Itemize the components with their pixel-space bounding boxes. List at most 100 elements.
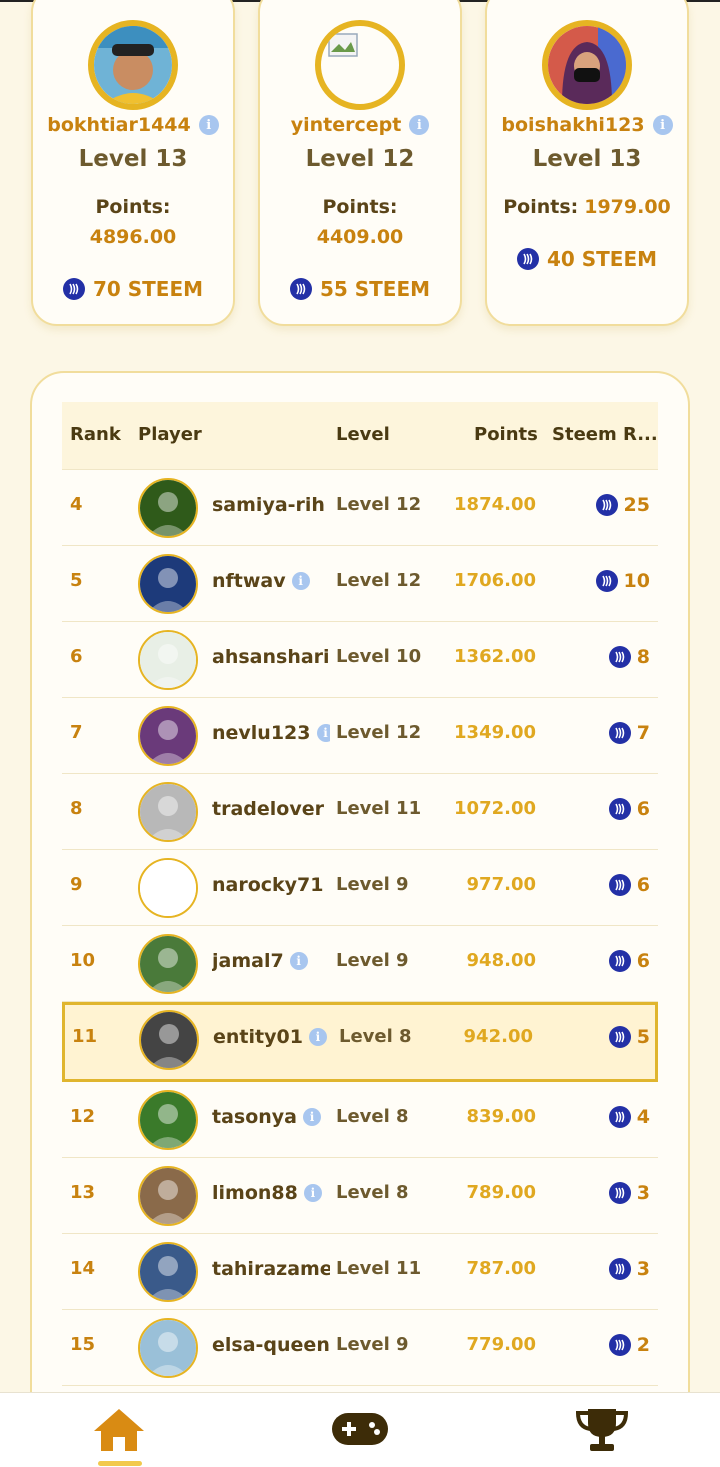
reward-cell: 5 xyxy=(608,1022,650,1052)
podium-reward: 70 STEEM xyxy=(33,274,233,304)
bottom-nav xyxy=(0,1392,720,1467)
level-cell: Level 9 xyxy=(336,1334,409,1355)
player-name[interactable]: elsa-queen xyxy=(212,1330,330,1360)
steem-icon xyxy=(595,494,618,516)
level-cell: Level 10 xyxy=(336,646,422,667)
avatar xyxy=(315,20,405,110)
info-icon[interactable]: i xyxy=(303,1108,321,1126)
rank-cell: 9 xyxy=(70,874,83,895)
podium-card-1[interactable]: bokhtiar1444 i Level 13 Points: 4896.00 … xyxy=(31,0,235,326)
trophy-icon xyxy=(575,1409,629,1451)
user-photo-icon xyxy=(548,26,626,104)
reward-cell: 6 xyxy=(608,946,650,976)
level-cell: Level 11 xyxy=(336,798,422,819)
reward-cell: 10 xyxy=(595,566,650,596)
player-name[interactable]: limon88 i xyxy=(212,1178,330,1208)
reward-cell: 3 xyxy=(608,1178,650,1208)
steem-icon xyxy=(62,278,85,300)
level-cell: Level 9 xyxy=(336,874,409,895)
table-row[interactable]: 6 ahsanshari Level 10 1362.00 8 xyxy=(62,622,658,698)
avatar xyxy=(139,1010,199,1070)
player-name[interactable]: tahirazame xyxy=(212,1254,330,1284)
info-icon[interactable]: i xyxy=(316,724,330,742)
steem-icon xyxy=(595,570,618,592)
info-icon[interactable]: i xyxy=(291,572,310,590)
player-name[interactable]: samiya-rih xyxy=(212,490,330,520)
level-cell: Level 8 xyxy=(336,1182,409,1203)
podium-level: Level 13 xyxy=(78,146,188,172)
info-icon[interactable]: i xyxy=(652,115,673,135)
gamepad-icon xyxy=(332,1413,388,1445)
table-row[interactable]: 10 jamal7 i Level 9 948.00 6 xyxy=(62,926,658,1002)
avatar xyxy=(138,1242,198,1302)
avatar xyxy=(138,1318,198,1378)
nav-leaderboard[interactable] xyxy=(574,1405,630,1459)
table-row[interactable]: 13 limon88 i Level 8 789.00 3 xyxy=(62,1158,658,1234)
table-row[interactable]: 8 tradelover Level 11 1072.00 6 xyxy=(62,774,658,850)
level-cell: Level 12 xyxy=(336,722,422,743)
rank-cell: 13 xyxy=(70,1182,96,1203)
header-player[interactable]: Player xyxy=(138,424,202,445)
info-icon[interactable]: i xyxy=(409,115,430,135)
info-icon[interactable]: i xyxy=(308,1028,327,1046)
table-row[interactable]: 9 narocky71i Level 9 977.00 6 xyxy=(62,850,658,926)
player-name[interactable]: nftwav i xyxy=(212,566,330,596)
steem-icon xyxy=(608,874,631,896)
info-icon[interactable]: i xyxy=(303,1184,322,1202)
player-name[interactable]: tasonya i xyxy=(212,1102,330,1132)
nav-home[interactable] xyxy=(92,1407,146,1457)
header-level[interactable]: Level xyxy=(336,424,390,445)
steem-icon xyxy=(608,722,631,744)
table-header: Rank Player Level Points Steem R... xyxy=(62,402,658,470)
table-row[interactable]: 14 tahirazame Level 11 787.00 3 xyxy=(62,1234,658,1310)
table-row[interactable]: 15 elsa-queen Level 9 779.00 2 xyxy=(62,1310,658,1386)
podium-card-3[interactable]: boishakhi123 i Level 13 Points: 1979.00 … xyxy=(485,0,689,326)
rank-cell: 15 xyxy=(70,1334,96,1355)
rank-cell: 14 xyxy=(70,1258,96,1279)
avatar xyxy=(138,782,198,842)
podium-points: Points: 4896.00 xyxy=(89,196,177,248)
avatar xyxy=(138,630,198,690)
steem-icon xyxy=(608,1334,631,1356)
steem-icon xyxy=(608,798,631,820)
table-row[interactable]: 12 tasonya i Level 8 839.00 4 xyxy=(62,1082,658,1158)
reward-cell: 6 xyxy=(608,870,650,900)
info-icon[interactable]: i xyxy=(289,952,308,970)
player-name[interactable]: entity01 i xyxy=(213,1022,331,1052)
info-icon[interactable]: i xyxy=(329,876,330,894)
info-icon[interactable]: i xyxy=(198,115,219,135)
nav-games[interactable] xyxy=(330,1411,390,1451)
table-row[interactable]: 5 nftwav i Level 12 1706.00 10 xyxy=(62,546,658,622)
player-name[interactable]: narocky71i xyxy=(212,870,330,900)
rank-cell: 4 xyxy=(70,494,83,515)
player-name[interactable]: jamal7 i xyxy=(212,946,330,976)
player-name[interactable]: tradelover xyxy=(212,794,330,824)
level-cell: Level 12 xyxy=(336,494,422,515)
avatar xyxy=(138,478,198,538)
player-name[interactable]: ahsanshari xyxy=(212,642,330,672)
table-row-current-user[interactable]: 11 entity01 i Level 8 942.00 5 xyxy=(62,1002,658,1082)
steem-icon xyxy=(608,1106,631,1128)
table-row[interactable]: 4 samiya-rih Level 12 1874.00 25 xyxy=(62,470,658,546)
rank-cell: 7 xyxy=(70,722,83,743)
level-cell: Level 8 xyxy=(336,1106,409,1127)
podium-points: Points: 4409.00 xyxy=(316,196,404,248)
reward-cell: 4 xyxy=(608,1102,650,1132)
header-rank[interactable]: Rank xyxy=(70,424,121,445)
player-name[interactable]: nevlu123 i xyxy=(212,718,330,748)
rank-cell: 5 xyxy=(70,570,83,591)
podium-username: bokhtiar1444 i xyxy=(33,110,233,140)
reward-cell: 6 xyxy=(608,794,650,824)
steem-icon xyxy=(289,278,312,300)
avatar xyxy=(138,706,198,766)
podium-level: Level 13 xyxy=(532,146,642,172)
header-points[interactable]: Points xyxy=(474,424,538,445)
podium-card-2[interactable]: yintercept i Level 12 Points: 4409.00 55… xyxy=(258,0,462,326)
rank-cell: 6 xyxy=(70,646,83,667)
table-row[interactable]: 7 nevlu123 i Level 12 1349.00 7 xyxy=(62,698,658,774)
steem-icon xyxy=(516,248,539,270)
header-reward[interactable]: Steem R... xyxy=(552,424,658,445)
points-cell: 977.00 xyxy=(466,874,536,895)
podium-username: boishakhi123 i xyxy=(487,110,687,140)
avatar xyxy=(138,1166,198,1226)
